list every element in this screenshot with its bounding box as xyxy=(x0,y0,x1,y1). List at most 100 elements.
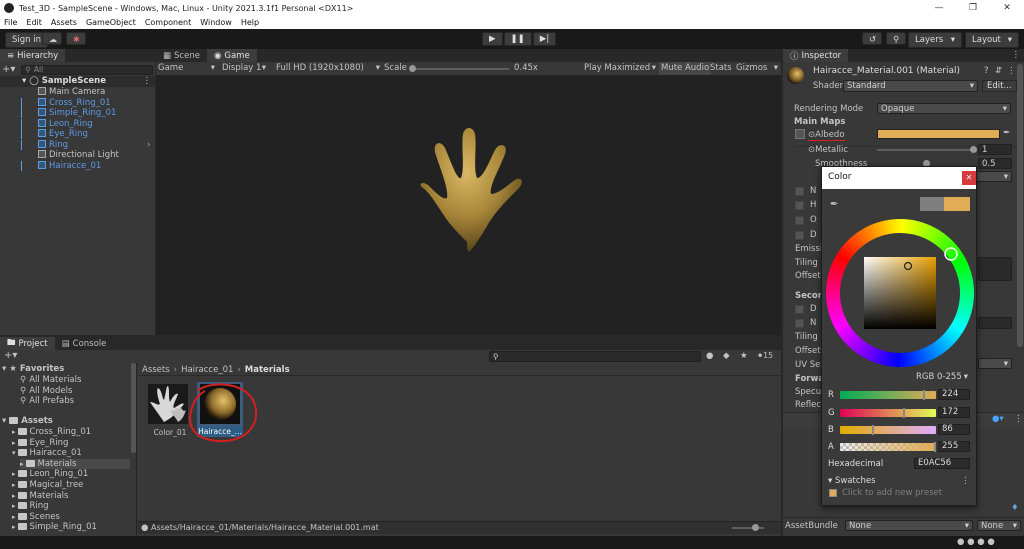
texture-slot[interactable] xyxy=(795,305,804,314)
breadcrumb-item[interactable]: Materials xyxy=(245,365,290,375)
hierarchy-item[interactable]: Directional Light xyxy=(38,150,119,161)
tree-scrollbar[interactable] xyxy=(131,363,136,453)
close-window-icon[interactable]: ✕ xyxy=(990,0,1024,16)
channel-slider[interactable] xyxy=(840,426,936,434)
mute-audio-button[interactable]: Mute Audio xyxy=(659,62,712,75)
kebab-menu-icon[interactable]: ⋮ xyxy=(961,476,970,486)
tab-console[interactable]: ▤ Console xyxy=(55,337,114,350)
scale-slider-track[interactable] xyxy=(413,68,509,70)
texture-slot[interactable] xyxy=(795,201,804,210)
asset-folder-item[interactable]: ▸ Ring xyxy=(12,501,49,512)
step-button[interactable]: ▶| xyxy=(532,32,557,46)
layout-dropdown[interactable]: Layout ▾ xyxy=(965,32,1019,48)
uv-set-dropdown[interactable]: ▾ xyxy=(978,358,1012,369)
previous-color-swatch[interactable] xyxy=(920,197,944,211)
cloud-button[interactable]: ☁ xyxy=(42,32,62,45)
hex-input[interactable]: E0AC56 xyxy=(914,458,970,469)
asset-thumb-color01[interactable] xyxy=(148,384,188,424)
tab-scene[interactable]: ▦ Scene xyxy=(156,49,207,62)
edit-shader-button[interactable]: Edit... xyxy=(982,80,1017,92)
hierarchy-item[interactable]: Cross_Ring_01 xyxy=(21,97,111,109)
history-button[interactable]: ↺ xyxy=(862,32,882,45)
hierarchy-item[interactable]: Hairacce_01 xyxy=(21,160,101,172)
gizmos-dropdown[interactable]: Gizmos ▾ xyxy=(736,63,778,73)
kebab-menu-icon[interactable]: ⋮ xyxy=(143,76,152,87)
shader-dropdown[interactable]: Standard ▾ xyxy=(843,80,978,92)
collab-button[interactable]: ✱ xyxy=(66,32,86,45)
metallic-slider-handle[interactable] xyxy=(970,146,977,153)
tab-game[interactable]: ◉ Game xyxy=(206,49,257,62)
detail-field[interactable] xyxy=(978,317,1012,329)
chevron-right-icon[interactable]: › xyxy=(147,140,150,150)
channel-value-input[interactable]: 224 xyxy=(938,389,970,400)
hierarchy-item[interactable]: Leon_Ring xyxy=(21,118,93,130)
inspector-scrollbar[interactable] xyxy=(1017,64,1023,347)
asset-folder-item[interactable]: ▸ Leon_Ring_01 xyxy=(12,469,88,480)
channel-slider-handle[interactable] xyxy=(934,442,936,452)
tab-inspector[interactable]: ⓘ Inspector xyxy=(783,49,849,62)
hierarchy-item[interactable]: Simple_Ring_01 xyxy=(21,108,116,119)
kebab-menu-icon[interactable]: ⋮ xyxy=(1012,50,1021,60)
eyedropper-icon[interactable]: ✒ xyxy=(830,199,838,210)
asset-bundle-dropdown[interactable]: None ▾ xyxy=(845,520,973,531)
channel-slider-handle[interactable] xyxy=(922,390,925,400)
color-wheel[interactable] xyxy=(826,219,974,367)
smoothness-value[interactable]: 0.5 xyxy=(978,158,1012,169)
pause-button[interactable]: ❚❚ xyxy=(503,32,532,46)
favorites-row[interactable]: ▾ ★ Favorites xyxy=(2,364,64,375)
stats-button[interactable]: Stats xyxy=(710,63,732,73)
texture-slot[interactable] xyxy=(795,216,804,225)
scene-row[interactable]: ▾ ◯ SampleScene ⋮ xyxy=(0,76,155,87)
menu-assets[interactable]: Assets xyxy=(51,18,77,27)
help-icon[interactable]: ? xyxy=(984,66,989,76)
tiling-fields[interactable] xyxy=(978,257,1012,281)
asset-bundle-variant-dropdown[interactable]: None ▾ xyxy=(977,520,1021,531)
thumb-size-slider-track[interactable] xyxy=(732,527,764,529)
game-view-dropdown[interactable]: Game ▾ xyxy=(158,63,215,73)
breadcrumb-item[interactable]: Assets xyxy=(142,365,170,375)
hierarchy-search-input[interactable]: ⚲ All xyxy=(21,64,153,75)
source-dropdown[interactable]: ▾ xyxy=(975,171,1012,182)
breadcrumb-item[interactable]: Hairacce_01 xyxy=(181,365,233,375)
swatch-preset[interactable] xyxy=(829,489,837,497)
asset-folder-item[interactable]: ▾ Hairacce_01 xyxy=(12,448,82,459)
hidden-packages-toggle[interactable]: ⚫15 xyxy=(757,351,773,360)
assets-row[interactable]: ▾ Assets xyxy=(2,416,53,427)
asset-folder-item[interactable]: ▸ Eye_Ring xyxy=(12,438,68,449)
albedo-texture-slot[interactable] xyxy=(795,129,805,139)
asset-folder-item[interactable]: ▸ Cross_Ring_01 xyxy=(12,427,91,438)
asset-folder-item[interactable]: ▸ Materials xyxy=(12,491,68,502)
favorite-item[interactable]: ⚲ All Prefabs xyxy=(20,396,74,407)
texture-slot[interactable] xyxy=(795,187,804,196)
channel-value-input[interactable]: 172 xyxy=(938,407,970,418)
favorite-icon[interactable]: ★ xyxy=(740,351,748,361)
favorite-item[interactable]: ⚲ All Materials xyxy=(20,375,81,386)
channel-slider[interactable] xyxy=(840,409,936,417)
hierarchy-item[interactable]: Eye_Ring xyxy=(21,129,88,140)
metallic-value[interactable]: 1 xyxy=(978,144,1012,155)
albedo-color-field[interactable] xyxy=(877,129,1000,139)
filter-by-label-icon[interactable]: ◆ xyxy=(723,351,730,361)
texture-slot[interactable] xyxy=(795,319,804,328)
search-button[interactable]: ⚲ xyxy=(886,32,906,45)
filter-by-type-icon[interactable]: ● xyxy=(706,351,713,361)
kebab-menu-icon[interactable]: ⋮ xyxy=(1014,414,1023,424)
scale-slider-handle[interactable] xyxy=(409,65,416,72)
channel-slider-handle[interactable] xyxy=(871,425,874,435)
tab-project[interactable]: 🖿 Project xyxy=(0,337,55,350)
channel-slider[interactable] xyxy=(840,443,936,451)
color-mode-dropdown[interactable]: RGB 0-255 ▾ xyxy=(914,372,970,384)
layers-dropdown[interactable]: Layers ▾ xyxy=(908,32,962,48)
menu-file[interactable]: File xyxy=(4,18,17,27)
texture-slot[interactable] xyxy=(795,231,804,240)
menu-edit[interactable]: Edit xyxy=(26,18,42,27)
hierarchy-item[interactable]: Ring xyxy=(21,139,68,151)
asset-folder-item[interactable]: ▸ Materials xyxy=(20,458,130,470)
swatches-header[interactable]: ▾ Swatches xyxy=(828,476,876,486)
close-button[interactable]: ✕ xyxy=(962,171,976,185)
asset-folder-item[interactable]: ▸ Scenes xyxy=(12,512,60,523)
preview-sphere-icon[interactable]: ●▾ xyxy=(992,414,1004,424)
kebab-menu-icon[interactable]: ⋮ xyxy=(1007,66,1016,76)
display-dropdown[interactable]: Display 1 ▾ xyxy=(222,63,266,73)
minimize-icon[interactable]: — xyxy=(922,0,956,16)
